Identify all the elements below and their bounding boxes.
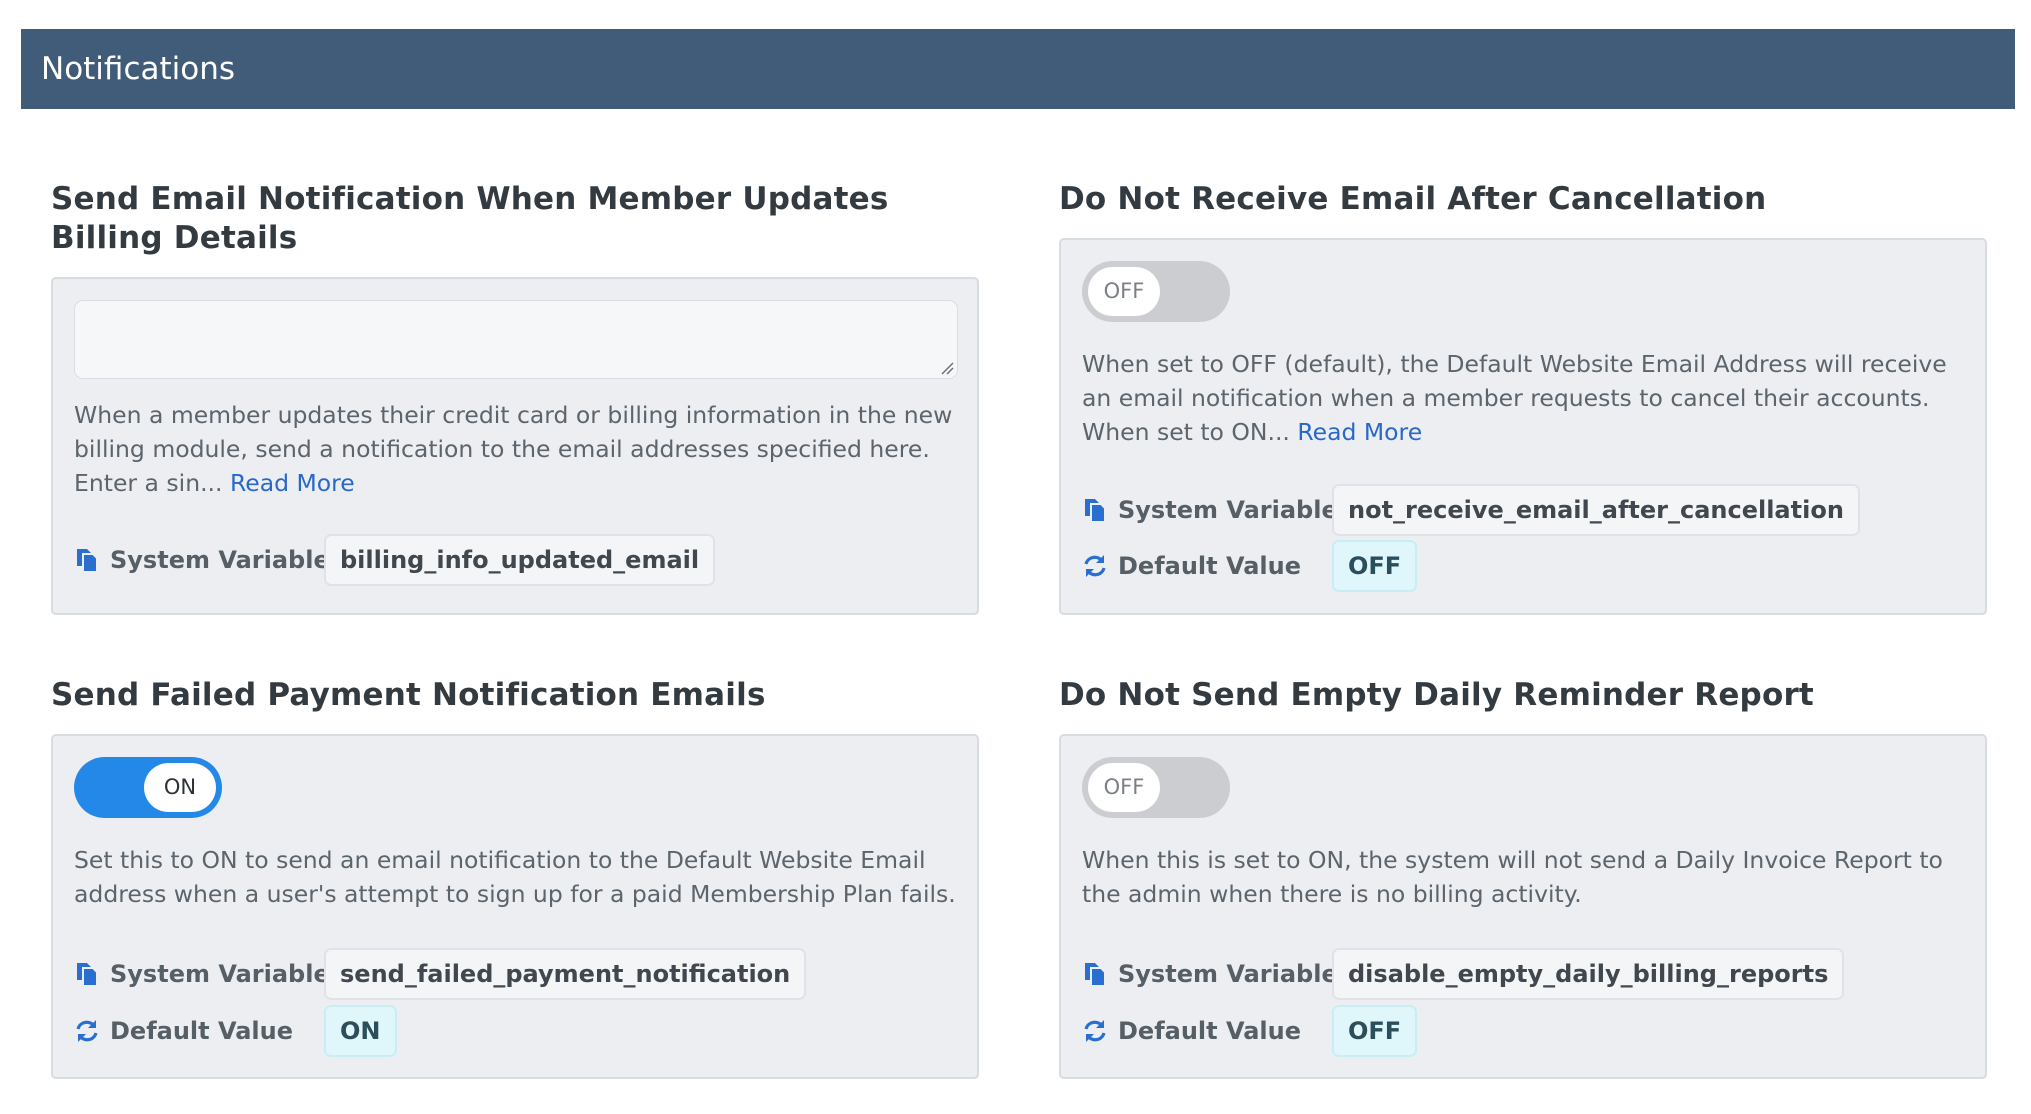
- default-value-badge: OFF: [1332, 540, 1418, 592]
- copy-icon: [77, 549, 98, 573]
- setting-description: When this is set to ON, the system will …: [1082, 846, 1943, 908]
- toggle-switch[interactable]: OFF: [1082, 757, 1230, 818]
- toggle-knob: OFF: [1088, 267, 1160, 316]
- setting-card: ON Set this to ON to send an email notif…: [51, 734, 979, 1079]
- setting-send-failed-payment-notification: Send Failed Payment Notification Emails …: [51, 676, 979, 1079]
- system-variable-value[interactable]: disable_empty_daily_billing_reports: [1332, 948, 1845, 1000]
- setting-card: OFF When this is set to ON, the system w…: [1059, 734, 1987, 1079]
- copy-icon: [1085, 499, 1106, 523]
- system-variable-row: System Variable send_failed_payment_noti…: [74, 948, 954, 1000]
- copy-icon: [77, 963, 98, 987]
- section-header: Notifications: [21, 29, 2015, 109]
- copy-icon: [1085, 963, 1106, 987]
- toggle-knob: OFF: [1088, 763, 1160, 812]
- description-text: When set to OFF (default), the Default W…: [1082, 350, 1947, 446]
- system-variable-value[interactable]: not_receive_email_after_cancellation: [1332, 484, 1860, 536]
- setting-title: Send Failed Payment Notification Emails: [51, 677, 766, 713]
- default-value-row: Default Value OFF: [1082, 1005, 1962, 1057]
- resize-handle-icon[interactable]: [940, 361, 954, 375]
- system-variable-label: System Variable: [110, 960, 330, 988]
- setting-card: OFF When set to OFF (default), the Defau…: [1059, 238, 1987, 615]
- system-variable-row: System Variable disable_empty_daily_bill…: [1082, 948, 1962, 1000]
- setting-billing-info-updated-email: Send Email Notification When Member Upda…: [51, 180, 979, 615]
- setting-title: Do Not Receive Email After Cancellation: [1059, 181, 1767, 217]
- default-value-label: Default Value: [1118, 1017, 1302, 1045]
- default-value-label: Default Value: [110, 1017, 294, 1045]
- default-value-label: Default Value: [1118, 552, 1302, 580]
- description-text: When a member updates their credit card …: [74, 401, 953, 497]
- toggle-knob: ON: [144, 763, 216, 812]
- system-variable-label: System Variable: [110, 546, 330, 574]
- refresh-icon: [1084, 555, 1106, 577]
- toggle-switch[interactable]: ON: [74, 757, 222, 818]
- system-variable-value[interactable]: billing_info_updated_email: [324, 534, 716, 586]
- email-addresses-textarea[interactable]: [74, 300, 958, 379]
- system-variable-row: System Variable billing_info_updated_ema…: [74, 534, 954, 586]
- system-variable-value[interactable]: send_failed_payment_notification: [324, 948, 807, 1000]
- read-more-link[interactable]: Read More: [230, 469, 355, 497]
- setting-not-receive-email-after-cancellation: Do Not Receive Email After Cancellation …: [1059, 180, 1987, 615]
- system-variable-label: System Variable: [1118, 496, 1338, 524]
- setting-disable-empty-daily-billing-reports: Do Not Send Empty Daily Reminder Report …: [1059, 676, 1987, 1079]
- section-title: Notifications: [41, 51, 236, 87]
- default-value-badge: ON: [324, 1005, 397, 1057]
- setting-description: When set to OFF (default), the Default W…: [1082, 347, 1972, 449]
- refresh-icon: [1084, 1020, 1106, 1042]
- setting-description: When a member updates their credit card …: [74, 398, 964, 500]
- read-more-link[interactable]: Read More: [1297, 418, 1422, 446]
- default-value-row: Default Value OFF: [1082, 540, 1962, 592]
- setting-title: Do Not Send Empty Daily Reminder Report: [1059, 677, 1814, 713]
- default-value-badge: OFF: [1332, 1005, 1418, 1057]
- toggle-switch[interactable]: OFF: [1082, 261, 1230, 322]
- setting-title: Send Email Notification When Member Upda…: [51, 181, 889, 256]
- setting-card: When a member updates their credit card …: [51, 277, 979, 615]
- system-variable-label: System Variable: [1118, 960, 1338, 988]
- refresh-icon: [76, 1020, 98, 1042]
- setting-description: Set this to ON to send an email notifica…: [74, 846, 956, 908]
- system-variable-row: System Variable not_receive_email_after_…: [1082, 484, 1962, 536]
- default-value-row: Default Value ON: [74, 1005, 954, 1057]
